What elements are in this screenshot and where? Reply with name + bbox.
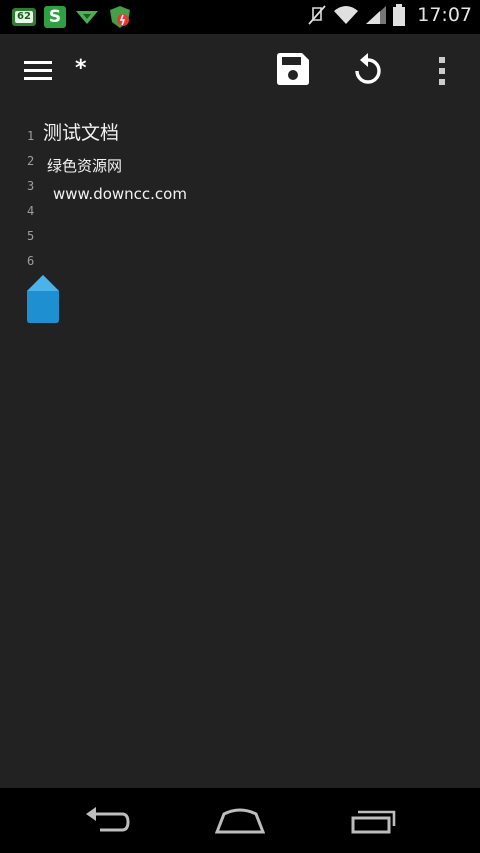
s-app-icon: S: [44, 6, 66, 28]
download-arrow-icon: [76, 11, 98, 24]
back-icon[interactable]: [82, 806, 132, 836]
cursor-handle-icon[interactable]: [25, 274, 61, 324]
shield-app-icon: [110, 6, 130, 28]
notification-icons: 62 S: [12, 5, 132, 29]
line-number: 6: [27, 254, 35, 268]
editor-line[interactable]: www.downcc.com: [53, 185, 187, 203]
line-number: 4: [27, 204, 35, 218]
battery-icon: [393, 4, 406, 26]
editor-line[interactable]: 绿色资源网: [47, 155, 122, 176]
clock: 17:07: [417, 4, 472, 26]
line-number: 1: [27, 129, 35, 143]
signal-icon: [366, 6, 387, 24]
editor-line[interactable]: 测试文档: [43, 118, 119, 145]
battery-badge-icon: 62: [12, 8, 36, 26]
undo-icon[interactable]: [352, 52, 384, 88]
line-number: 5: [27, 229, 35, 243]
wifi-icon: [334, 6, 359, 24]
badge-count: 62: [15, 11, 33, 23]
home-icon[interactable]: [214, 806, 266, 836]
toolbar: *: [0, 34, 480, 106]
recents-icon[interactable]: [350, 806, 400, 836]
mute-icon: [308, 5, 326, 25]
document-title: *: [75, 56, 87, 81]
line-number: 2: [27, 154, 35, 168]
more-icon[interactable]: [438, 56, 446, 86]
text-editor[interactable]: 1 2 3 4 5 6 测试文档 绿色资源网 www.downcc.com: [0, 106, 480, 788]
navigation-bar: [0, 788, 480, 853]
status-bar: 62 S 17:07: [0, 0, 480, 34]
save-icon[interactable]: [276, 52, 310, 86]
system-icons: 17:07: [307, 4, 472, 26]
line-number: 3: [27, 179, 35, 193]
menu-icon[interactable]: [24, 61, 52, 85]
